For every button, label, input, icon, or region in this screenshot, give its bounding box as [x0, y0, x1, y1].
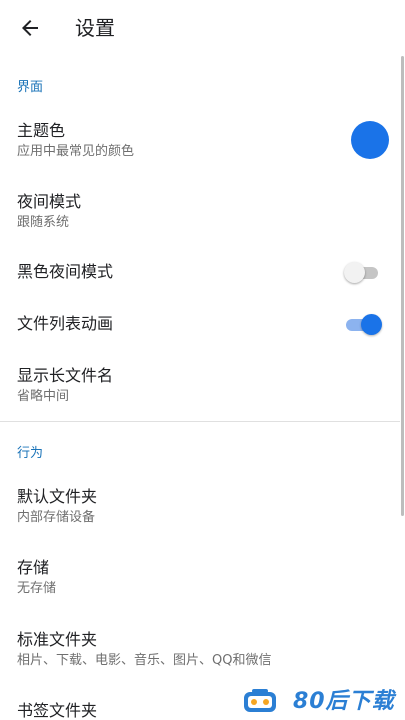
pref-file-list-animation[interactable]: 文件列表动画 [0, 304, 400, 346]
section-header-interface: 界面 [17, 80, 44, 95]
arrow-left-icon [22, 20, 38, 36]
pref-title: 夜间模式 [17, 192, 82, 211]
file-list-animation-switch[interactable] [344, 314, 382, 336]
watermark: 80后下载 [243, 684, 405, 720]
pref-summary: 跟随系统 [17, 215, 70, 230]
pref-title: 黑色夜间模式 [17, 262, 114, 281]
pref-title: 默认文件夹 [17, 487, 98, 506]
app-bar: 设置 [0, 0, 405, 56]
pref-show-long-filename[interactable]: 显示长文件名 省略中间 [0, 357, 400, 415]
section-header-behavior: 行为 [17, 446, 44, 461]
switch-thumb [361, 314, 382, 335]
pref-summary: 内部存储设备 [17, 510, 96, 525]
theme-color-swatch[interactable] [351, 121, 389, 159]
pref-default-folder[interactable]: 默认文件夹 内部存储设备 [0, 478, 400, 536]
section-divider [0, 421, 400, 422]
game-controller-logo [244, 689, 276, 712]
pref-title: 存储 [17, 558, 50, 577]
pref-standard-folders[interactable]: 标准文件夹 相片、下载、电影、音乐、图片、QQ和微信 [0, 621, 400, 679]
switch-thumb [344, 262, 365, 283]
page-title: 设置 [75, 16, 115, 40]
pref-summary: 应用中最常见的颜色 [17, 144, 135, 159]
pref-night-mode[interactable]: 夜间模式 跟随系统 [0, 183, 400, 241]
black-night-mode-switch[interactable] [344, 262, 380, 284]
pref-black-night-mode[interactable]: 黑色夜间模式 [0, 252, 400, 294]
pref-title: 书签文件夹 [17, 701, 98, 720]
pref-title: 标准文件夹 [17, 630, 98, 649]
settings-screen: 设置 界面 主题色 应用中最常见的颜色 夜间模式 跟随系统 黑色夜间模式 文件列… [0, 0, 405, 720]
pref-summary: 省略中间 [17, 389, 70, 404]
pref-storage[interactable]: 存储 无存储 [0, 549, 400, 607]
pref-title: 显示长文件名 [17, 366, 114, 385]
pref-title: 文件列表动画 [17, 314, 114, 333]
pref-summary: 相片、下载、电影、音乐、图片、QQ和微信 [17, 653, 272, 668]
pref-theme-color[interactable]: 主题色 应用中最常见的颜色 [0, 112, 400, 170]
watermark-text: 80后下载 [293, 689, 395, 714]
back-button[interactable] [10, 8, 50, 48]
scrollbar[interactable] [401, 56, 404, 516]
pref-summary: 无存储 [17, 581, 57, 596]
pref-title: 主题色 [17, 121, 66, 140]
